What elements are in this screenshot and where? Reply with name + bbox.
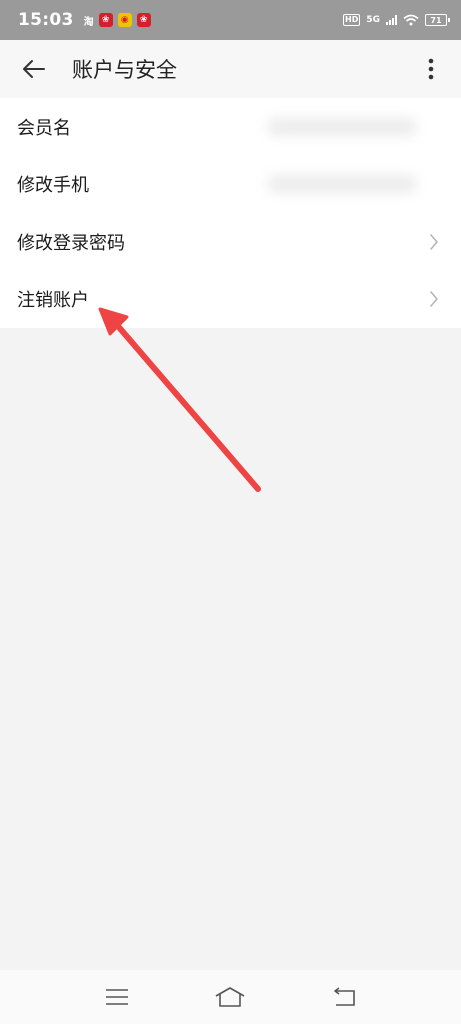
list-item-change-password[interactable]: 修改登录密码 <box>0 213 461 271</box>
taobao-icon: 淘 <box>83 16 94 28</box>
home-icon <box>216 987 245 1007</box>
nav-back-button[interactable] <box>324 977 364 1017</box>
phone-value-blurred <box>267 175 417 194</box>
item-label: 修改登录密码 <box>17 232 125 254</box>
weibo-icon: ◉ <box>117 13 132 27</box>
app-notification-icon-2: ❀ <box>136 13 151 27</box>
status-time: 15:03 <box>18 10 74 30</box>
status-right: HD 5G 71 <box>343 14 450 26</box>
battery-level: 71 <box>430 15 442 25</box>
chevron-right-icon <box>429 289 443 309</box>
list-item-change-phone[interactable]: 修改手机 <box>0 156 461 214</box>
hd-badge: HD <box>343 14 361 26</box>
status-bar: 15:03 淘 ❀ ◉ ❀ HD 5G 71 <box>0 0 461 40</box>
app-notification-icon: ❀ <box>98 13 113 27</box>
item-label: 注销账户 <box>17 290 89 312</box>
account-settings-list: 会员名 修改手机 修改登录密码 注销账户 <box>0 98 461 328</box>
header: 账户与安全 <box>0 40 461 98</box>
network-type: 5G <box>366 14 380 25</box>
more-vertical-icon <box>428 58 434 80</box>
menu-icon <box>105 989 128 1005</box>
item-label: 修改手机 <box>17 175 89 197</box>
back-button[interactable] <box>0 40 70 98</box>
chevron-right-icon <box>429 232 443 252</box>
wifi-icon <box>403 14 419 26</box>
back-icon <box>334 987 355 1006</box>
back-arrow-icon <box>23 60 45 78</box>
list-item-member-name[interactable]: 会员名 <box>0 98 461 156</box>
signal-icon <box>386 15 397 25</box>
network-indicator: 5G <box>366 14 380 25</box>
item-label: 会员名 <box>17 117 71 139</box>
notification-icons: 淘 ❀ ◉ ❀ <box>84 13 151 28</box>
menu-button[interactable] <box>97 977 137 1017</box>
system-nav-bar <box>0 970 461 1024</box>
page-title: 账户与安全 <box>72 58 177 82</box>
list-item-cancel-account[interactable]: 注销账户 <box>0 271 461 329</box>
more-button[interactable] <box>401 40 461 98</box>
battery-icon: 71 <box>425 14 450 26</box>
member-name-value-blurred <box>267 117 417 136</box>
home-button[interactable] <box>210 977 250 1017</box>
